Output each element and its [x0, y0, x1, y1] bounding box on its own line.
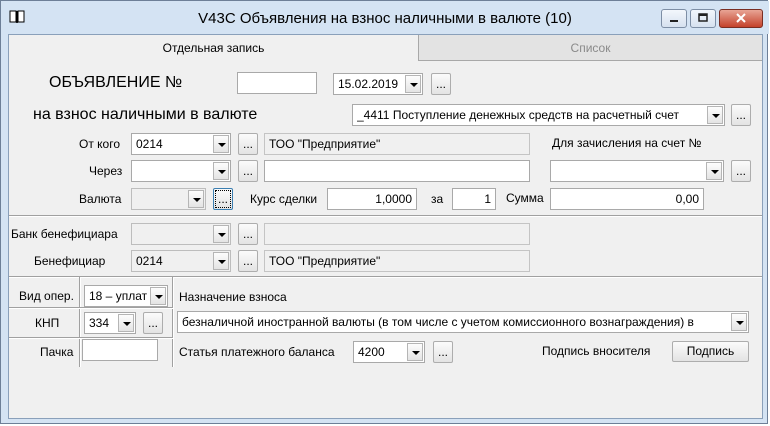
- currency-select[interactable]: [131, 188, 206, 210]
- op-type-label: Вид опер.: [19, 289, 74, 303]
- knp-value: 334: [89, 316, 110, 330]
- doc-title: ОБЪЯВЛЕНИЕ №: [49, 74, 183, 91]
- sum-field[interactable]: 0,00: [550, 188, 704, 210]
- op-type-value: 18 – уплата: [89, 289, 147, 303]
- tab-list[interactable]: Список: [419, 35, 762, 61]
- from-name-field: ТОО "Предприятие": [264, 133, 530, 155]
- balance-value: 4200: [358, 345, 385, 359]
- window-title: V43C Объявления на взнос наличными в вал…: [198, 10, 572, 27]
- rate-label: Курс сделки: [250, 192, 318, 206]
- balance-label: Статья платежного баланса: [179, 345, 335, 359]
- beneficiary-bank-select[interactable]: [131, 223, 231, 245]
- form-area: Отдельная запись Список ОБЪЯВЛЕНИЕ № 15.…: [8, 34, 763, 419]
- chevron-down-icon[interactable]: [706, 162, 722, 180]
- operation-type-lookup-button[interactable]: ...: [731, 104, 751, 126]
- beneficiary-bank-lookup-button[interactable]: ...: [238, 223, 258, 245]
- via-name-field[interactable]: [264, 160, 530, 182]
- beneficiary-lookup-button[interactable]: ...: [238, 250, 258, 272]
- via-lookup-button[interactable]: ...: [238, 160, 258, 182]
- chevron-down-icon[interactable]: [213, 135, 229, 153]
- per-label: за: [431, 192, 444, 206]
- beneficiary-name-field: ТОО "Предприятие": [264, 250, 530, 272]
- currency-lookup-button[interactable]: ...: [213, 188, 233, 210]
- doc-number-field[interactable]: [237, 72, 317, 94]
- tab-single-record[interactable]: Отдельная запись: [9, 35, 419, 61]
- signature-label: Подпись вносителя: [542, 344, 651, 358]
- chevron-down-icon[interactable]: [118, 314, 134, 332]
- from-code-select[interactable]: 0214: [131, 133, 231, 155]
- minimize-icon: [670, 20, 678, 22]
- maximize-button[interactable]: [690, 9, 716, 28]
- purpose-select[interactable]: безналичной иностранной валюты (в том чи…: [177, 311, 749, 333]
- purpose-value: безналичной иностранной валюты (в том чи…: [182, 315, 694, 329]
- date-picker[interactable]: 15.02.2019: [333, 73, 423, 95]
- balance-lookup-button[interactable]: ...: [433, 341, 453, 363]
- chevron-down-icon[interactable]: [707, 106, 723, 124]
- beneficiary-select[interactable]: 0214: [131, 250, 231, 272]
- batch-label: Пачка: [40, 345, 74, 359]
- date-value: 15.02.2019: [338, 77, 399, 91]
- batch-field[interactable]: [82, 339, 158, 361]
- beneficiary-bank-label: Банк бенефициара: [11, 227, 118, 241]
- chevron-down-icon[interactable]: [213, 225, 229, 243]
- chevron-down-icon[interactable]: [213, 252, 229, 270]
- divider: [172, 277, 174, 367]
- chevron-down-icon[interactable]: [731, 313, 747, 331]
- beneficiary-label: Бенефициар: [34, 254, 106, 268]
- divider: [79, 277, 81, 367]
- account-label: Для зачисления на счет №: [552, 136, 702, 150]
- operation-type-value: _4411 Поступление денежных средств на ра…: [357, 108, 680, 122]
- operation-type-select[interactable]: _4411 Поступление денежных средств на ра…: [352, 104, 725, 126]
- beneficiary-code: 0214: [136, 254, 163, 268]
- account-lookup-button[interactable]: ...: [731, 160, 751, 182]
- op-type-select[interactable]: 18 – уплата: [84, 285, 168, 307]
- close-icon: [736, 13, 746, 23]
- per-field[interactable]: 1: [452, 188, 496, 210]
- purpose-label: Назначение взноса: [179, 290, 287, 304]
- date-lookup-button[interactable]: ...: [431, 73, 451, 95]
- divider: [9, 215, 762, 217]
- knp-label: КНП: [35, 316, 60, 330]
- knp-select[interactable]: 334: [84, 312, 136, 334]
- divider: [9, 307, 173, 309]
- rate-field[interactable]: 1,0000: [327, 188, 417, 210]
- sum-label: Сумма: [506, 191, 544, 205]
- minimize-button[interactable]: [661, 9, 687, 28]
- via-label: Через: [89, 164, 123, 178]
- from-code-value: 0214: [136, 137, 163, 151]
- account-select[interactable]: [550, 160, 724, 182]
- divider: [9, 276, 762, 278]
- maximize-icon: [698, 13, 708, 22]
- chevron-down-icon[interactable]: [150, 287, 166, 305]
- knp-lookup-button[interactable]: ...: [143, 312, 163, 334]
- beneficiary-bank-name-field: [264, 223, 530, 245]
- from-label: От кого: [79, 137, 121, 151]
- doc-subtitle: на взнос наличными в валюте: [33, 106, 258, 123]
- from-lookup-button[interactable]: ...: [238, 133, 258, 155]
- chevron-down-icon[interactable]: [405, 75, 421, 93]
- title-bar[interactable]: V43C Объявления на взнос наличными в вал…: [1, 1, 769, 34]
- chevron-down-icon[interactable]: [213, 162, 229, 180]
- via-code-select[interactable]: [131, 160, 231, 182]
- currency-label: Валюта: [79, 192, 122, 206]
- balance-select[interactable]: 4200: [353, 341, 425, 363]
- app-window: V43C Объявления на взнос наличными в вал…: [0, 0, 769, 424]
- signature-button[interactable]: Подпись: [672, 341, 749, 362]
- close-button[interactable]: [719, 9, 763, 28]
- chevron-down-icon[interactable]: [407, 343, 423, 361]
- chevron-down-icon[interactable]: [188, 190, 204, 208]
